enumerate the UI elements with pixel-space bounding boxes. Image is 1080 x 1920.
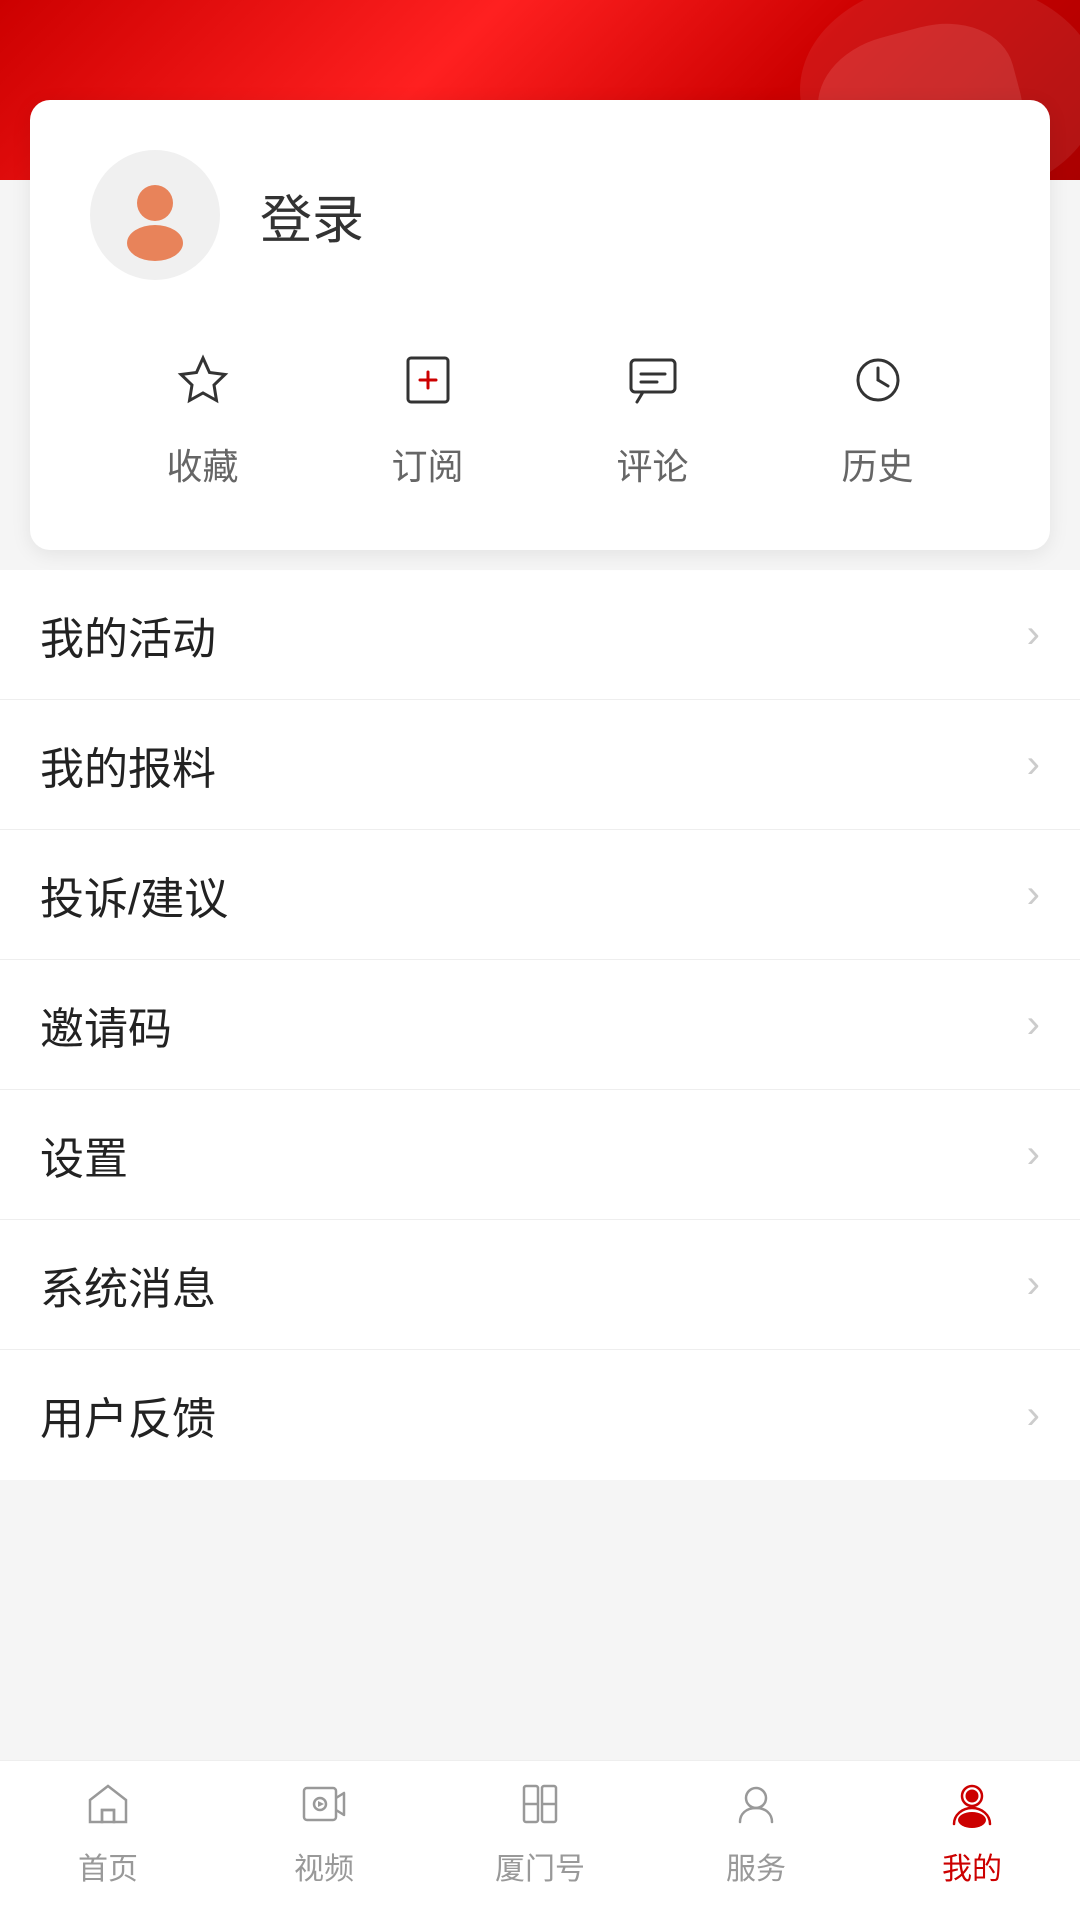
chevron-right-icon: ›	[1027, 1393, 1040, 1438]
history-label: 历史	[841, 438, 913, 490]
menu-item-feedback[interactable]: 用户反馈 ›	[0, 1350, 1080, 1480]
menu-item-settings[interactable]: 设置 ›	[0, 1090, 1080, 1220]
subscribe-action[interactable]: 订阅	[388, 340, 468, 490]
nav-item-xiamen[interactable]: 厦门号	[432, 1774, 648, 1888]
menu-item-my-tips[interactable]: 我的报料 ›	[0, 700, 1080, 830]
home-nav-label: 首页	[78, 1844, 138, 1888]
nav-item-video[interactable]: 视频	[216, 1774, 432, 1888]
history-action[interactable]: 历史	[838, 340, 918, 490]
comments-label: 评论	[616, 438, 688, 490]
menu-list: 我的活动 › 我的报料 › 投诉/建议 › 邀请码 › 设置 › 系统消息 › …	[0, 570, 1080, 1480]
profile-top: 登录	[90, 150, 990, 280]
profile-card: 登录 收藏 订阅	[30, 100, 1050, 550]
video-icon	[294, 1774, 354, 1834]
comment-icon	[613, 340, 693, 420]
favorites-label: 收藏	[166, 438, 238, 490]
subscribe-icon	[388, 340, 468, 420]
login-button[interactable]: 登录	[260, 178, 364, 253]
avatar[interactable]	[90, 150, 220, 280]
star-icon	[163, 340, 243, 420]
mine-nav-label: 我的	[942, 1844, 1002, 1888]
quick-actions-bar: 收藏 订阅 评论	[90, 340, 990, 490]
chevron-right-icon: ›	[1027, 612, 1040, 657]
bottom-navigation: 首页 视频 厦门号	[0, 1760, 1080, 1920]
favorites-action[interactable]: 收藏	[163, 340, 243, 490]
nav-item-mine[interactable]: 我的	[864, 1774, 1080, 1888]
chevron-right-icon: ›	[1027, 1262, 1040, 1307]
nav-item-services[interactable]: 服务	[648, 1774, 864, 1888]
video-nav-label: 视频	[294, 1844, 354, 1888]
chevron-right-icon: ›	[1027, 1132, 1040, 1177]
chevron-right-icon: ›	[1027, 872, 1040, 917]
subscribe-label: 订阅	[391, 438, 463, 490]
mine-icon	[942, 1774, 1002, 1834]
xiamen-nav-label: 厦门号	[495, 1844, 585, 1888]
menu-item-complaints[interactable]: 投诉/建议 ›	[0, 830, 1080, 960]
chevron-right-icon: ›	[1027, 742, 1040, 787]
comments-action[interactable]: 评论	[613, 340, 693, 490]
xiamen-icon	[510, 1774, 570, 1834]
menu-item-my-activities[interactable]: 我的活动 ›	[0, 570, 1080, 700]
menu-item-system-messages[interactable]: 系统消息 ›	[0, 1220, 1080, 1350]
services-icon	[726, 1774, 786, 1834]
services-nav-label: 服务	[726, 1844, 786, 1888]
home-icon	[78, 1774, 138, 1834]
chevron-right-icon: ›	[1027, 1002, 1040, 1047]
nav-item-home[interactable]: 首页	[0, 1774, 216, 1888]
history-icon	[838, 340, 918, 420]
menu-item-invite-code[interactable]: 邀请码 ›	[0, 960, 1080, 1090]
